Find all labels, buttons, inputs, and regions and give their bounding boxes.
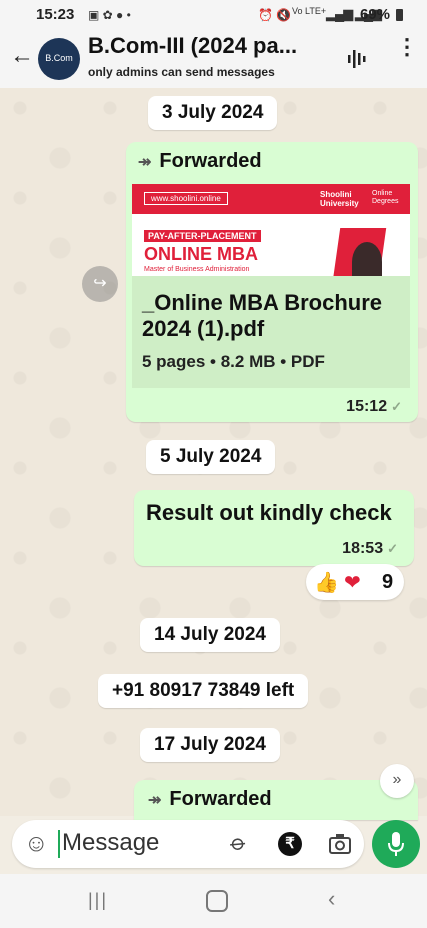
date-chip: 17 July 2024 (140, 728, 280, 762)
document-filename: _Online MBA Brochure 2024 (1).pdf (142, 290, 382, 341)
chat-subtitle: only admins can send messages (88, 65, 275, 79)
document-message[interactable]: ↠ Forwarded www.shoolini.online Shoolini … (126, 142, 418, 422)
document-meta: 5 pages • 8.2 MB • PDF (142, 352, 325, 371)
message-time: 18:53 ✓ (342, 540, 398, 557)
mic-button[interactable] (372, 820, 420, 868)
chat-title[interactable]: B.Com-III (2024 pa... (88, 33, 297, 59)
date-chip: 5 July 2024 (146, 440, 276, 474)
doc-url: www.shoolini.online (144, 192, 228, 205)
back-arrow-icon[interactable]: ← (10, 42, 34, 70)
message-input[interactable]: Message (62, 829, 159, 857)
status-time: 15:23 (36, 6, 75, 23)
date-chip: 3 July 2024 (148, 96, 278, 130)
doc-banner: PAY-AFTER-PLACEMENT (144, 230, 261, 242)
forwarded-label: ↠ Forwarded (138, 150, 262, 172)
document-info[interactable]: _Online MBA Brochure 2024 (1).pdf 5 page… (132, 276, 410, 388)
doc-heading: ONLINE MBA (144, 244, 258, 264)
forward-share-icon[interactable]: ↪ (82, 266, 118, 302)
date-chip: 14 July 2024 (140, 618, 280, 652)
message-time: 15:12 ✓ (346, 398, 402, 415)
notification-icons: ▣ ✿ ● • (88, 8, 131, 22)
home-icon[interactable] (206, 890, 228, 912)
forwarded-icon: ↠ (138, 154, 152, 171)
attach-icon[interactable]: ⌀ (225, 829, 252, 857)
scroll-down-icon[interactable]: » (380, 764, 414, 798)
doc-subheading: Master of Business Administration (144, 266, 250, 273)
doc-brand: Shoolini University (320, 190, 359, 208)
mic-icon (388, 832, 404, 856)
doc-photo (352, 242, 382, 276)
system-nav-bar: ||| ‹ (0, 874, 427, 928)
sent-tick-icon: ✓ (387, 541, 398, 556)
battery-level: 69% (360, 6, 391, 23)
forwarded-label: ↠ Forwarded (148, 788, 272, 810)
sent-tick-icon: ✓ (391, 399, 402, 414)
document-preview[interactable]: www.shoolini.online Shoolini University … (132, 184, 410, 276)
message-text: Result out kindly check (146, 500, 392, 525)
avatar[interactable]: B.Com (38, 38, 80, 80)
heart-icon: ❤ (344, 572, 361, 594)
forwarded-icon: ↠ (148, 792, 162, 809)
chat-header: ← B.Com B.Com-III (2024 pa... only admin… (0, 30, 427, 88)
reaction-count: 9 (382, 571, 394, 593)
alarm-mute-icons: ⏰ 🔇 (258, 8, 292, 22)
recent-apps-icon[interactable]: ||| (88, 890, 108, 911)
emoji-icon[interactable]: ☺ (24, 830, 49, 858)
system-message: +91 80917 73849 left (98, 674, 309, 708)
network-label: Vo LTE+ (292, 6, 327, 16)
voice-chat-icon[interactable] (346, 47, 368, 71)
battery-icon (396, 9, 403, 21)
thumbs-up-icon: 👍 (314, 572, 339, 594)
payment-icon[interactable]: ₹ (278, 832, 302, 856)
forwarded-message-partial[interactable]: ↠ Forwarded (134, 780, 418, 820)
camera-icon[interactable] (328, 833, 352, 855)
status-bar: 15:23 ▣ ✿ ● • ⏰ 🔇 Vo LTE+ ▂▄▆ ▂▄▆ 69% (0, 0, 427, 30)
menu-dots-icon[interactable]: ⋮ (396, 36, 418, 58)
reactions-pill[interactable]: 👍 ❤ 9 (306, 564, 404, 600)
text-message[interactable]: Result out kindly check 18:53 ✓ (134, 490, 414, 566)
message-input-bar[interactable]: ☺ Message ⌀ ₹ (12, 820, 364, 868)
back-nav-icon[interactable]: ‹ (328, 886, 335, 912)
doc-brand-sub: Online Degrees (372, 190, 399, 205)
text-cursor (58, 830, 60, 858)
